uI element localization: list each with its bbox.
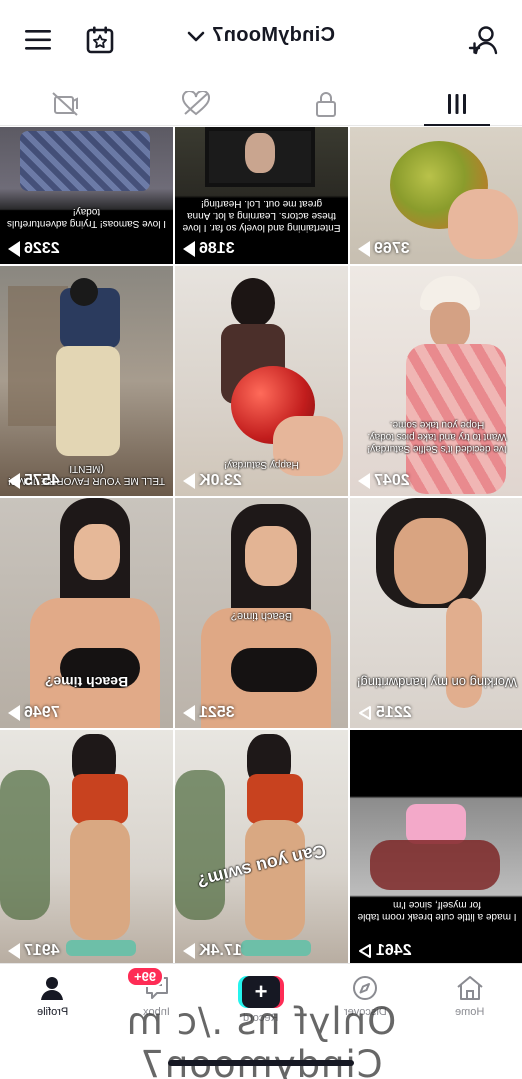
nav-inbox-label: Inbox — [143, 1006, 171, 1018]
video-caption: Beach time? — [44, 674, 129, 690]
play-icon — [358, 241, 370, 257]
nav-discover[interactable]: Discover — [313, 964, 417, 1043]
top-bar: CindyMoon7 — [0, 0, 522, 82]
view-count: 7946 — [8, 704, 60, 722]
nav-record-label: Record — [243, 1012, 279, 1024]
video-thumbnail[interactable]: 3769 — [350, 127, 522, 264]
view-count: 4917 — [8, 942, 60, 960]
view-count: 2215 — [358, 704, 412, 722]
username-switcher[interactable]: CindyMoon7 — [0, 24, 522, 47]
nav-home-label: Home — [455, 1006, 485, 1018]
view-count: 3521 — [183, 704, 235, 722]
play-icon — [358, 943, 372, 959]
tab-private-videos[interactable] — [0, 82, 131, 125]
video-thumbnail[interactable]: TELL ME YOUR FAVORITE JUMP! (MENTI 4575 — [0, 266, 173, 496]
nav-discover-label: Discover — [344, 1006, 387, 1018]
video-caption: Beach time? — [230, 610, 293, 622]
video-caption: Working on my handwriting! — [356, 675, 518, 690]
video-caption: Happy Saturday! — [224, 459, 299, 470]
video-thumbnail[interactable]: I love Samoas! Trying adventurefuls toda… — [0, 127, 173, 264]
play-icon — [358, 473, 370, 489]
video-thumbnail[interactable]: Entertaining and lovely so far. I love t… — [175, 127, 348, 264]
profile-tabs — [0, 82, 522, 126]
play-icon — [8, 241, 20, 257]
play-icon — [8, 473, 20, 489]
grid-icon — [447, 93, 466, 114]
record-button: + — [238, 976, 285, 1008]
video-thumbnail[interactable]: Ive decided it's Selfie Saturday! Want t… — [350, 266, 522, 496]
video-caption: I love Samoas! Trying adventurefuls toda… — [7, 206, 166, 229]
play-icon — [8, 705, 20, 721]
view-count: 23.0K — [183, 472, 242, 490]
plus-icon: + — [242, 976, 281, 1008]
view-count: 2047 — [358, 472, 410, 490]
nav-record[interactable]: + Record — [209, 964, 313, 1043]
view-count: 3769 — [358, 240, 410, 258]
play-icon — [358, 705, 372, 721]
tab-private[interactable] — [261, 82, 392, 125]
view-count: 3186 — [183, 240, 235, 258]
video-caption: Ive decided it's Selfie Saturday! Want t… — [367, 419, 507, 454]
video-lock-icon — [52, 91, 79, 116]
play-icon — [183, 705, 195, 721]
thumbnail-image — [350, 498, 522, 728]
video-thumbnail[interactable]: 4917 — [0, 730, 173, 963]
chevron-down-icon — [187, 31, 205, 42]
play-icon — [183, 473, 195, 489]
video-thumbnail[interactable]: Happy Saturday! 23.0K — [175, 266, 348, 496]
play-icon — [8, 943, 20, 959]
view-count: 2461 — [358, 942, 412, 960]
inbox-badge: 99+ — [126, 966, 165, 987]
nav-home[interactable]: Home — [418, 964, 522, 1043]
play-icon — [183, 943, 195, 959]
compass-icon — [353, 976, 378, 1000]
view-count: 17.4K — [183, 942, 242, 960]
video-thumbnail[interactable]: Can you swim? 17.4K — [175, 730, 348, 963]
video-thumbnail[interactable]: I made a little cute break room table fo… — [350, 730, 522, 963]
add-user-icon[interactable] — [464, 20, 504, 60]
thumbnail-image — [350, 730, 522, 963]
play-icon — [183, 241, 195, 257]
view-count: 4575 — [8, 472, 60, 490]
thumbnail-image — [0, 498, 173, 728]
nav-profile[interactable]: Profile — [0, 964, 104, 1043]
home-indicator[interactable] — [168, 1060, 354, 1066]
nav-profile-label: Profile — [36, 1006, 68, 1018]
video-thumbnail[interactable]: Working on my handwriting! 2215 — [350, 498, 522, 728]
tab-liked[interactable] — [131, 82, 262, 125]
video-thumbnail[interactable]: Beach time? 7946 — [0, 498, 173, 728]
video-caption: Entertaining and lovely so far. I love t… — [182, 198, 341, 233]
video-thumbnail[interactable]: Beach time? 3521 — [175, 498, 348, 728]
nav-inbox[interactable]: 99+ Inbox — [104, 964, 208, 1043]
thumbnail-image — [350, 266, 522, 496]
lock-icon — [316, 91, 337, 117]
liked-hidden-icon — [181, 90, 210, 115]
home-icon — [457, 976, 483, 1000]
view-count: 2326 — [8, 240, 60, 258]
bottom-nav: Profile 99+ Inbox + Record Discover Home — [0, 963, 522, 1043]
thumbnail-image — [0, 730, 173, 963]
video-grid: I love Samoas! Trying adventurefuls toda… — [0, 127, 522, 963]
video-caption: I made a little cute break room table fo… — [357, 899, 517, 922]
tab-videos-grid[interactable] — [392, 82, 522, 125]
username: CindyMoon7 — [211, 24, 335, 46]
profile-icon — [41, 977, 64, 1000]
